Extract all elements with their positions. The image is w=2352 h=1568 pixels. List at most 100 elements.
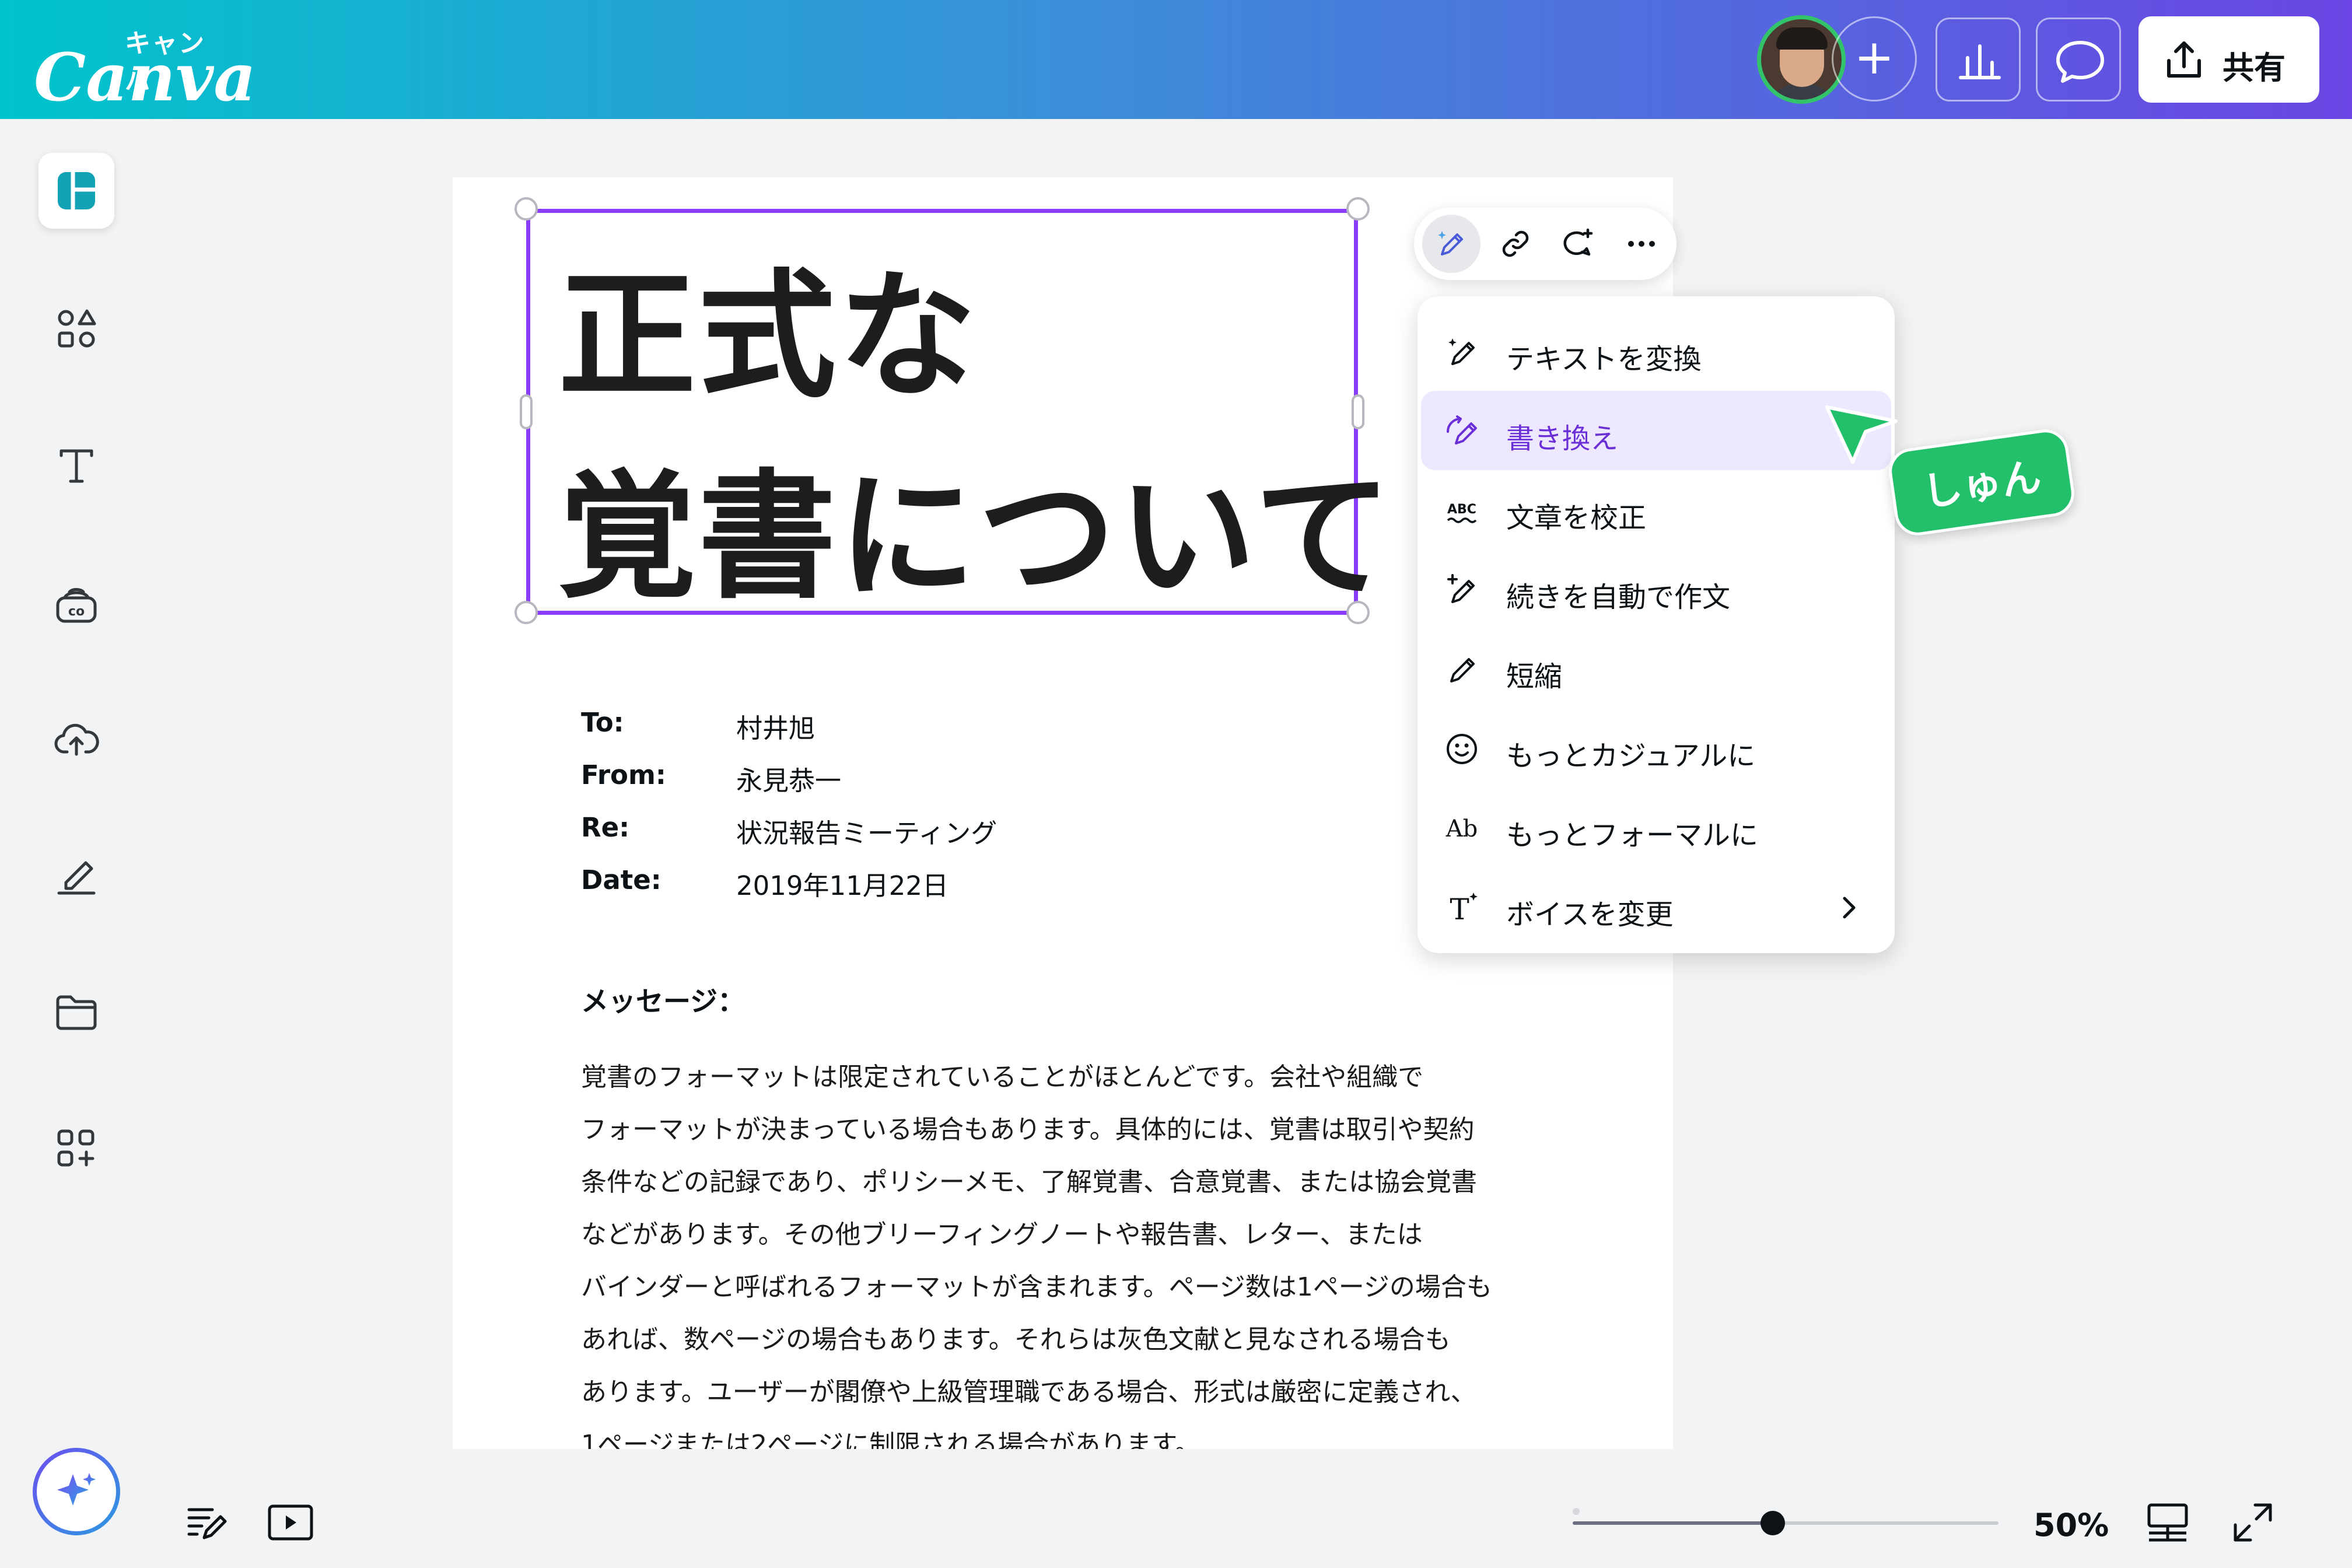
sidebar-item-text[interactable] <box>38 428 114 504</box>
menu-item-proofread[interactable]: ABC 文章を校正 <box>1418 470 1895 550</box>
insights-button[interactable] <box>1936 18 2021 102</box>
field-key: To: <box>581 707 624 738</box>
brand-icon: co <box>56 588 97 623</box>
field-key: Date: <box>581 864 662 895</box>
field-value: 村井旭 <box>736 713 816 744</box>
comments-button[interactable] <box>2036 18 2121 102</box>
notes-icon[interactable] <box>184 1499 231 1546</box>
sparkle-icon <box>57 1473 96 1506</box>
menu-item-label: 文章を校正 <box>1506 502 1647 534</box>
document-title[interactable]: 正式な 覚書について <box>558 236 1394 638</box>
body-line[interactable]: あります。ユーザーが閣僚や上級管理職である場合、形式は厳密に定義され、 <box>581 1371 1476 1408</box>
magic-pen-icon <box>1448 338 1475 365</box>
add-collaborator-button[interactable]: + <box>1832 16 1917 102</box>
sidebar-item-draw[interactable] <box>38 838 114 914</box>
resize-handle-right[interactable] <box>1352 394 1364 429</box>
share-button[interactable]: 共有 <box>2138 16 2319 103</box>
field-key: Re: <box>581 812 630 843</box>
menu-item-label: もっとフォーマルに <box>1506 819 1759 852</box>
message-heading[interactable]: メッセージ： <box>581 979 745 1019</box>
pen-plus-icon <box>1447 574 1475 603</box>
resize-handle-top-left[interactable] <box>514 197 538 220</box>
menu-item-more-formal[interactable]: Ab もっとフォーマルに <box>1418 788 1895 867</box>
smile-icon <box>1447 734 1477 764</box>
left-sidebar: co <box>0 119 153 1568</box>
field-value: 2019年11月22日 <box>736 870 949 901</box>
shapes-icon <box>58 309 96 348</box>
menu-item-change-voice[interactable]: T ボイスを変更 <box>1418 867 1895 946</box>
zoom-level[interactable]: 50% <box>2034 1507 2109 1544</box>
svg-text:T: T <box>1450 892 1469 925</box>
resize-handle-bottom-right[interactable] <box>1346 601 1370 624</box>
title-textbox-selected[interactable]: 正式な 覚書について <box>526 209 1392 617</box>
sidebar-item-design[interactable] <box>38 153 114 229</box>
magic-assistant-button[interactable] <box>33 1448 120 1535</box>
menu-item-label: テキストを変換 <box>1506 343 1702 376</box>
title-line-2: 覚書について <box>558 457 1394 617</box>
logo-wordmark: Canva <box>34 40 256 116</box>
svg-text:Ab: Ab <box>1446 816 1478 842</box>
comment-icon <box>2056 41 2104 83</box>
apps-icon <box>57 1129 94 1167</box>
pen-icon <box>1450 658 1475 682</box>
draw-icon <box>57 861 96 895</box>
sidebar-item-elements[interactable] <box>38 292 114 368</box>
element-toolbar <box>1414 208 1676 280</box>
collaborator-cursor-icon <box>1825 405 1898 464</box>
fullscreen-icon[interactable] <box>2230 1499 2276 1546</box>
present-icon[interactable] <box>266 1499 315 1546</box>
menu-item-label: ボイスを変更 <box>1506 898 1674 931</box>
menu-item-transform-text[interactable]: テキストを変換 <box>1418 312 1895 391</box>
body-line[interactable]: バインダーと呼ばれるフォーマットが含まれます。ページ数は1ページの場合も <box>581 1266 1492 1303</box>
field-key: From: <box>581 760 666 790</box>
sidebar-item-projects[interactable] <box>38 974 114 1050</box>
text-icon <box>60 449 93 483</box>
rewrite-icon <box>1447 415 1477 444</box>
menu-item-more-casual[interactable]: もっとカジュアルに <box>1418 708 1895 788</box>
grid-view-icon[interactable] <box>2144 1499 2191 1546</box>
body-line[interactable]: あれば、数ページの場合もあります。それらは灰色文献と見なされる場合も <box>581 1318 1451 1356</box>
more-options-button[interactable] <box>1612 215 1671 273</box>
share-label: 共有 <box>2222 50 2286 86</box>
menu-item-label: 続きを自動で作文 <box>1506 581 1731 614</box>
magic-write-menu: テキストを変換 書き換え ABC 文章を校正 続きを自動で作文 短縮 もっとカジ… <box>1418 296 1895 953</box>
ab-icon: Ab <box>1446 816 1478 842</box>
text-sparkle-icon: T <box>1450 892 1478 925</box>
link-icon <box>1502 230 1529 257</box>
zoom-slider[interactable] <box>1573 1511 1999 1535</box>
title-line-1: 正式な <box>558 256 979 416</box>
body-line[interactable]: 覚書のフォーマットは限定されていることがほとんどです。会社や組織で <box>581 1056 1423 1093</box>
field-value: 状況報告ミーティング <box>736 818 998 849</box>
field-value: 永見恭一 <box>736 765 842 796</box>
top-bar: キャンバ Canva + 共有 <box>0 0 2352 119</box>
upload-icon <box>2167 41 2201 78</box>
menu-item-shorten[interactable]: 短縮 <box>1418 629 1895 708</box>
sidebar-item-uploads[interactable] <box>38 701 114 777</box>
chevron-right-icon <box>1843 897 1856 919</box>
menu-item-label: 短縮 <box>1506 660 1563 693</box>
zoom-min-marker <box>1573 1508 1580 1515</box>
sidebar-item-apps[interactable] <box>38 1111 114 1186</box>
abc-spellcheck-icon: ABC <box>1447 502 1477 523</box>
folder-icon <box>56 995 97 1030</box>
resize-handle-top-right[interactable] <box>1346 197 1370 220</box>
body-line[interactable]: フォーマットが決まっている場合もあります。具体的には、覚書は取引や契約 <box>581 1108 1475 1146</box>
resize-handle-bottom-left[interactable] <box>514 601 538 624</box>
resize-handle-left[interactable] <box>520 394 533 429</box>
magic-write-button[interactable] <box>1422 215 1480 273</box>
sidebar-item-brand[interactable]: co <box>38 566 114 642</box>
menu-item-continue-writing[interactable]: 続きを自動で作文 <box>1418 550 1895 629</box>
zoom-slider-handle[interactable] <box>1760 1511 1785 1535</box>
comment-plus-icon <box>1563 228 1593 256</box>
svg-text:co: co <box>68 604 85 619</box>
cloud-upload-icon <box>54 723 99 756</box>
menu-item-label: 書き換え <box>1506 422 1619 455</box>
collaborator-name-tag: しゅん <box>1886 426 2077 538</box>
body-line[interactable]: 1ページまたは2ページに制限される場合があります。 <box>581 1423 1200 1449</box>
layout-icon <box>58 172 95 209</box>
body-line[interactable]: 条件などの記録であり、ポリシーメモ、了解覚書、合意覚書、または協会覚書 <box>581 1161 1477 1198</box>
body-line[interactable]: などがあります。その他ブリーフィングノートや報告書、レター、または <box>581 1213 1423 1251</box>
canva-logo[interactable]: キャンバ Canva <box>34 22 256 111</box>
add-comment-button[interactable] <box>1549 215 1608 273</box>
link-button[interactable] <box>1486 215 1545 273</box>
